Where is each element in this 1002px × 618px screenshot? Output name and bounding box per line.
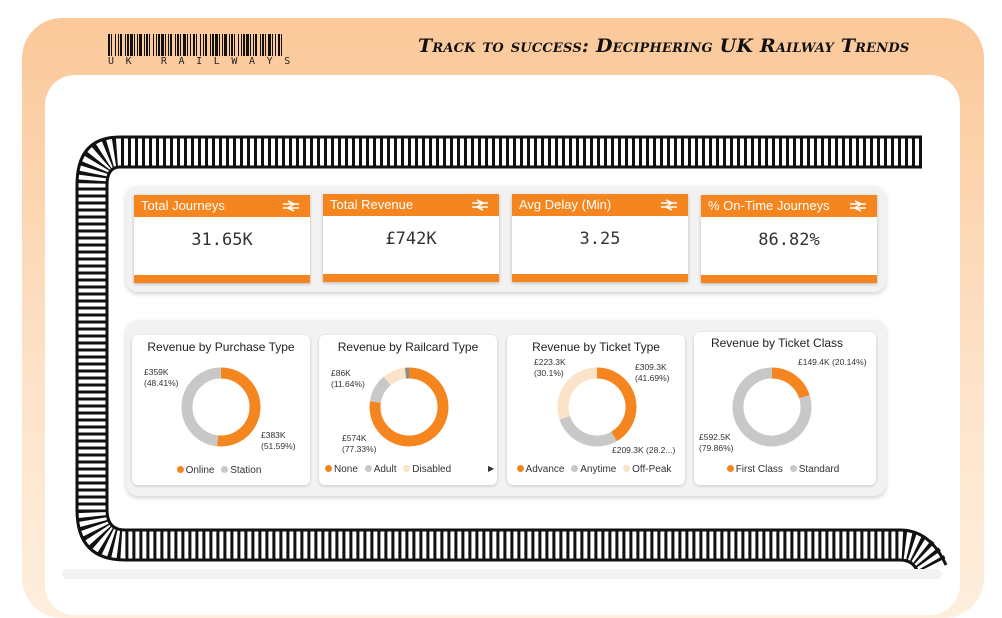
- kpi-card-on-time[interactable]: % On-Time Journeys 86.82%: [701, 195, 877, 283]
- data-label: £592.5K(79.86%): [699, 432, 734, 454]
- chart-card-ticket-class[interactable]: Revenue by Ticket Class £149.4K (20.14%)…: [694, 332, 876, 485]
- legend-item[interactable]: Anytime: [571, 464, 616, 475]
- kpi-label: Total Revenue: [330, 197, 413, 212]
- kpi-header: % On-Time Journeys: [701, 195, 877, 217]
- data-label: £383K(51.59%): [261, 430, 296, 452]
- donut-chart[interactable]: [722, 357, 822, 457]
- data-label: £209.3K (28.2...): [612, 445, 675, 456]
- legend-item[interactable]: First Class: [727, 464, 783, 475]
- kpi-value: £742K: [323, 229, 499, 249]
- donut-slice-advance[interactable]: [597, 373, 631, 436]
- data-label: £223.3K(30.1%): [534, 357, 566, 379]
- legend-next-icon[interactable]: ▶: [488, 464, 494, 473]
- chart-legend: Online Station: [132, 465, 310, 476]
- legend-item[interactable]: None: [325, 464, 358, 475]
- chart-legend: First Class Standard: [694, 464, 876, 475]
- legend-item[interactable]: Online: [177, 465, 215, 476]
- legend-item[interactable]: Standard: [790, 464, 840, 475]
- rail-logo-icon: [849, 200, 867, 212]
- donut-slice-off-peak[interactable]: [563, 373, 597, 418]
- data-label: £86K(11.64%): [331, 368, 365, 390]
- kpi-label: % On-Time Journeys: [708, 198, 830, 213]
- kpi-footer-bar: [134, 275, 310, 283]
- donut-slice-adult[interactable]: [375, 381, 387, 402]
- chart-title: Revenue by Ticket Type: [507, 340, 685, 354]
- legend-item[interactable]: Adult: [365, 464, 397, 475]
- chart-legend: None Adult Disabled: [325, 464, 503, 475]
- chart-title: Revenue by Ticket Class: [686, 336, 868, 350]
- next-panel-edge: [62, 569, 942, 579]
- legend-item[interactable]: Advance: [517, 464, 565, 475]
- chart-card-purchase-type[interactable]: Revenue by Purchase Type £359K(48.41%) £…: [132, 335, 310, 485]
- donut-slice-station[interactable]: [187, 373, 221, 441]
- donut-slice-first-class[interactable]: [772, 373, 804, 397]
- data-label: £359K(48.41%): [144, 367, 179, 389]
- kpi-label: Avg Delay (Min): [519, 197, 611, 212]
- chart-title: Revenue by Purchase Type: [132, 340, 310, 354]
- legend-item[interactable]: Disabled: [403, 464, 451, 475]
- donut-chart[interactable]: [171, 357, 271, 457]
- data-label: £309.3K(41.69%): [635, 362, 670, 384]
- chart-title: Revenue by Railcard Type: [319, 340, 497, 354]
- donut-slice-online[interactable]: [218, 373, 255, 441]
- kpi-footer-bar: [512, 274, 688, 282]
- legend-item[interactable]: Station: [221, 465, 261, 476]
- kpi-header: Avg Delay (Min): [512, 194, 688, 216]
- chart-card-railcard-type[interactable]: Revenue by Railcard Type £86K(11.64%) £5…: [319, 335, 497, 485]
- rail-logo-icon: [660, 199, 678, 211]
- rail-logo-icon: [471, 199, 489, 211]
- kpi-card-total-journeys[interactable]: Total Journeys 31.65K: [134, 195, 310, 283]
- legend-item[interactable]: Off-Peak: [623, 464, 671, 475]
- data-label: £149.4K (20.14%): [798, 357, 867, 368]
- kpi-value: 3.25: [512, 229, 688, 249]
- kpi-footer-bar: [323, 274, 499, 282]
- data-label: £574K(77.33%): [342, 433, 377, 455]
- kpi-footer-bar: [701, 275, 877, 283]
- chart-legend: Advance Anytime Off-Peak: [507, 464, 685, 475]
- kpi-label: Total Journeys: [141, 198, 225, 213]
- donut-slice-disabled[interactable]: [387, 373, 405, 381]
- donut-slice-anytime[interactable]: [565, 418, 614, 441]
- kpi-value: 86.82%: [701, 230, 877, 250]
- kpi-header: Total Revenue: [323, 194, 499, 216]
- kpi-value: 31.65K: [134, 230, 310, 250]
- kpi-card-total-revenue[interactable]: Total Revenue £742K: [323, 194, 499, 282]
- kpi-card-avg-delay[interactable]: Avg Delay (Min) 3.25: [512, 194, 688, 282]
- rail-logo-icon: [282, 200, 300, 212]
- kpi-header: Total Journeys: [134, 195, 310, 217]
- chart-card-ticket-type[interactable]: Revenue by Ticket Type £223.3K(30.1%) £3…: [507, 335, 685, 485]
